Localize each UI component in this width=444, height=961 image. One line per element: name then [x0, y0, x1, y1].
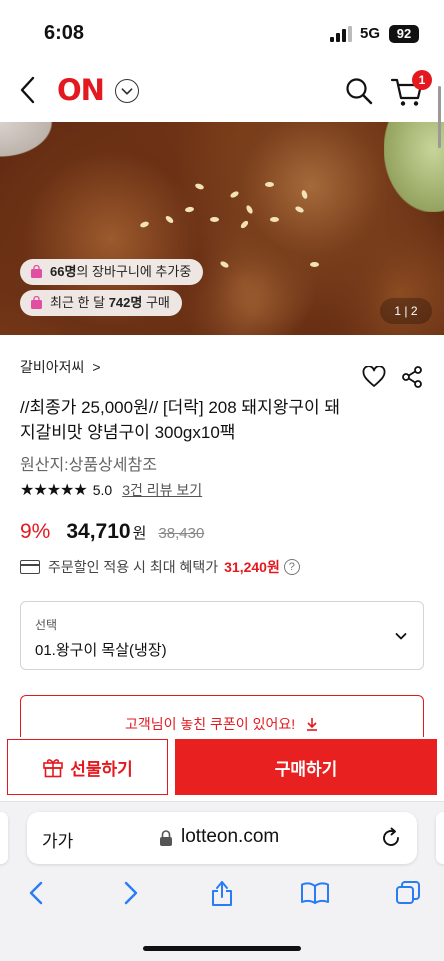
search-icon[interactable]	[344, 76, 374, 106]
lock-icon	[160, 830, 172, 846]
benefit-text: 주문할인 적용 시 최대 혜택가	[48, 559, 219, 575]
logo[interactable]: ON	[57, 73, 105, 107]
sesame-seed	[139, 220, 150, 229]
shopping-bag-icon	[31, 265, 42, 278]
status-time: 6:08	[44, 22, 85, 44]
lettuce-garnish	[384, 122, 444, 212]
cart-activity-badge: 66명의 장바구니에 추가중	[20, 259, 204, 285]
reload-icon[interactable]	[379, 826, 403, 850]
purchase-action-bar: 선물하기 구매하기	[0, 737, 444, 801]
benefit-amount: 31,240원	[224, 559, 280, 575]
benefit-row: 주문할인 적용 시 최대 혜택가 31,240원 ?	[20, 557, 300, 577]
sesame-seed	[310, 262, 319, 267]
url-host: lotteon.com	[181, 826, 280, 847]
shopping-bag-icon	[31, 296, 42, 309]
brand-name: 갈비아저씨	[20, 359, 85, 375]
battery-indicator: 92	[389, 25, 419, 43]
app-header: ON	[0, 60, 444, 122]
sesame-seed	[294, 205, 305, 214]
gift-label: 선물하기	[70, 759, 133, 779]
heart-icon[interactable]	[362, 366, 386, 388]
discount-rate: 9%	[20, 520, 51, 543]
star-rating-icon: ★★★★★	[20, 482, 88, 499]
browser-toolbar: 가가 lotteon.com	[0, 801, 444, 961]
scrollbar[interactable]	[438, 86, 441, 148]
option-label: 선택	[35, 618, 58, 632]
sesame-seed	[245, 204, 254, 215]
coupon-text-row: 고객님이 놓친 쿠폰이 있어요!	[21, 714, 423, 734]
plate-edge	[0, 122, 60, 162]
monthly-suffix: 구매	[142, 295, 170, 310]
sesame-seed	[194, 182, 205, 191]
image-counter: 1 | 2	[380, 298, 432, 324]
tabs-icon[interactable]	[393, 878, 423, 908]
sesame-seed	[265, 182, 274, 187]
sesame-seed	[239, 219, 250, 230]
back-arrow-icon[interactable]	[22, 878, 52, 908]
option-select[interactable]: 선택 01.왕구이 목살(냉장)	[20, 601, 424, 670]
sesame-seed	[300, 189, 309, 200]
gift-icon	[43, 759, 64, 778]
product-image[interactable]: 66명의 장바구니에 추가중 최근 한 달 742명 구매 1 | 2	[0, 122, 444, 335]
chevron-right-icon: >	[92, 359, 101, 375]
signal-icon	[330, 26, 352, 42]
coupon-text: 고객님이 놓친 쿠폰이 있어요!	[124, 716, 296, 732]
chevron-down-icon[interactable]	[115, 79, 139, 103]
sesame-seed	[184, 206, 195, 213]
forward-arrow-icon[interactable]	[115, 878, 145, 908]
text-size-button[interactable]: 가가	[42, 827, 73, 852]
cart-added-count: 66명	[50, 264, 77, 279]
rating-score: 5.0	[92, 482, 113, 498]
sesame-seed	[219, 260, 230, 269]
purchase-activity-badge: 최근 한 달 742명 구매	[20, 290, 182, 316]
brand-link[interactable]: 갈비아저씨 >	[20, 357, 101, 377]
product-title: //최종가 25,000원// [더락] 208 돼지왕구이 돼지갈비맛 양념구…	[20, 398, 340, 442]
share-sheet-icon[interactable]	[207, 878, 237, 908]
monthly-prefix: 최근 한 달	[50, 295, 109, 310]
price-row: 9% 34,710 원 38,430	[20, 520, 204, 550]
chevron-down-icon	[395, 633, 407, 640]
sesame-seed	[229, 190, 240, 199]
gift-button[interactable]: 선물하기	[7, 739, 168, 795]
prev-tab-preview[interactable]	[0, 812, 8, 864]
network-type: 5G	[360, 25, 381, 42]
cart-added-text: 의 장바구니에 추가중	[76, 264, 192, 279]
currency-unit: 원	[132, 525, 147, 542]
sale-price: 34,710	[66, 520, 131, 543]
sesame-seed	[270, 217, 279, 222]
help-icon[interactable]: ?	[283, 559, 300, 575]
back-icon[interactable]	[14, 74, 44, 106]
original-price: 38,430	[158, 525, 205, 542]
rating-row: ★★★★★ 5.0 3건 리뷰 보기	[20, 480, 202, 500]
next-tab-preview[interactable]	[436, 812, 444, 864]
buy-label: 구매하기	[274, 759, 338, 779]
product-origin: 원산지:상품상세참조	[20, 457, 157, 474]
sesame-seed	[210, 217, 219, 222]
monthly-count: 742명	[108, 295, 143, 310]
bookmarks-icon[interactable]	[300, 878, 330, 908]
status-bar: 6:08 5G 92	[0, 0, 444, 60]
home-indicator[interactable]	[143, 946, 301, 951]
address-bar[interactable]: 가가 lotteon.com	[27, 812, 417, 864]
cart-badge: 1	[412, 70, 432, 90]
buy-button[interactable]: 구매하기	[175, 739, 437, 795]
share-icon[interactable]	[400, 365, 424, 389]
review-link[interactable]: 3건 리뷰 보기	[122, 480, 202, 500]
credit-card-icon	[20, 560, 40, 574]
sesame-seed	[164, 214, 175, 225]
option-value: 01.왕구이 목살(냉장)	[35, 642, 167, 659]
download-icon	[307, 718, 317, 731]
